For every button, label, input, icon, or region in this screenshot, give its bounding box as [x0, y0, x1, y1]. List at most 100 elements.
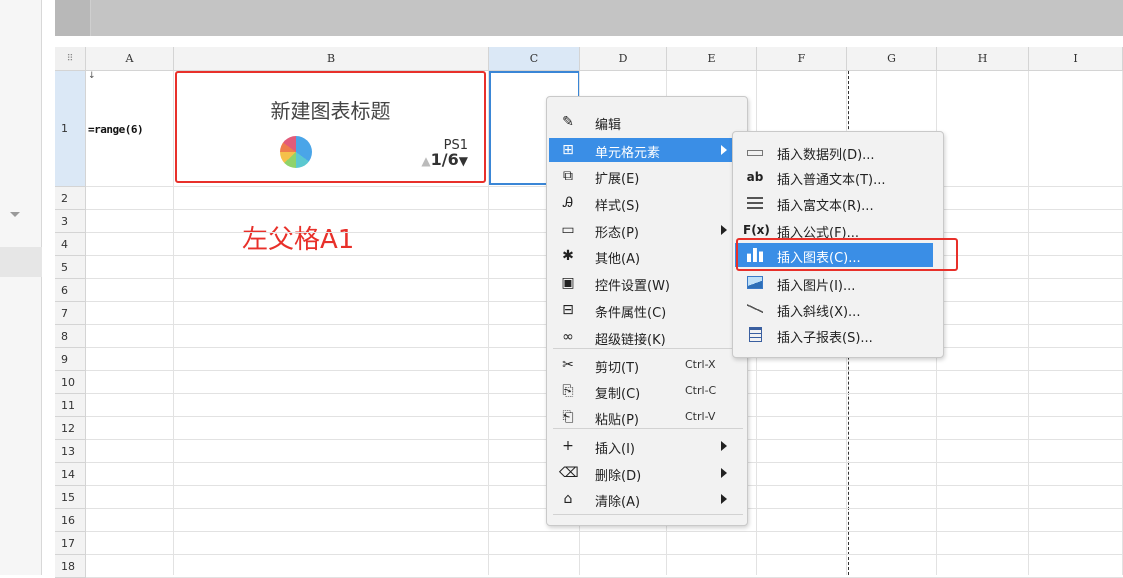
menu-item-label: 编辑 — [595, 118, 622, 133]
slash-icon — [743, 300, 767, 318]
expand-down-arrow-icon: ↓ — [88, 71, 96, 81]
menu-item-label: 样式(S) — [595, 199, 640, 214]
formula-icon: F(x) — [743, 223, 770, 237]
row-header-5[interactable]: 5 — [55, 256, 86, 279]
richtext-icon — [743, 194, 767, 212]
column-header-i[interactable]: I — [1029, 47, 1123, 71]
menu-item-shortcut: Ctrl-C — [685, 384, 717, 397]
menu-item-3[interactable]: ⧉ 扩展(E) — [549, 164, 747, 188]
image-icon — [743, 274, 767, 292]
menu-item-label: 扩展(E) — [595, 172, 640, 187]
condition-icon: ⊟ — [562, 302, 574, 318]
row-header-11[interactable]: 11 — [55, 394, 86, 417]
column-header-g[interactable]: G — [847, 47, 937, 71]
row-header-14[interactable]: 14 — [55, 463, 86, 486]
toolbar-strip — [55, 0, 1123, 36]
text-icon: ab — [746, 170, 764, 184]
submenu-item-label: 插入子报表(S)... — [777, 331, 873, 346]
style-icon: Ꭿ — [562, 195, 574, 211]
annotation-label: 左父格A1 — [242, 225, 355, 255]
chart-cell-B1[interactable]: 新建图表标题 PS1 ▲1/6▼ — [175, 71, 486, 183]
cell-A1[interactable]: =range(6) — [88, 123, 144, 136]
submenu-item-6[interactable]: 插入图片(I)... — [735, 271, 933, 295]
submenu-arrow-icon — [721, 225, 727, 235]
submenu-arrow-icon — [721, 494, 727, 504]
menu-separator — [553, 348, 743, 349]
menu-item-5[interactable]: ▭ 形态(P) — [549, 218, 747, 242]
submenu-item-label: 插入数据列(D)... — [777, 148, 875, 163]
menu-item-15[interactable]: ⌂ 清除(A) — [549, 487, 747, 511]
copy-icon: ⎘ — [562, 383, 574, 399]
row-header-13[interactable]: 13 — [55, 440, 86, 463]
menu-item-2[interactable]: ⊞ 单元格元素 — [549, 138, 747, 162]
submenu-item-3[interactable]: 插入富文本(R)... — [735, 191, 933, 215]
pager-down-icon[interactable]: ▼ — [459, 154, 468, 168]
submenu-item-label: 插入普通文本(T)... — [777, 173, 886, 188]
column-header-c[interactable]: C — [489, 47, 580, 71]
shape-icon: ▭ — [561, 222, 575, 238]
select-all-corner[interactable]: ⠿ — [55, 47, 86, 71]
menu-item-shortcut: Ctrl-X — [685, 358, 716, 371]
row-header-9[interactable]: 9 — [55, 348, 86, 371]
row-header-3[interactable]: 3 — [55, 210, 86, 233]
submenu-item-8[interactable]: 插入子报表(S)... — [735, 323, 933, 347]
collapse-chevron-icon[interactable] — [10, 212, 20, 217]
eraser-icon: ⌂ — [563, 491, 573, 507]
menu-item-10[interactable]: ✂ 剪切(T) Ctrl-X — [549, 353, 747, 377]
table-icon: ⊞ — [562, 142, 574, 158]
submenu-item-1[interactable]: 插入数据列(D)... — [735, 140, 933, 164]
row-header-15[interactable]: 15 — [55, 486, 86, 509]
pager-up-icon[interactable]: ▲ — [421, 154, 430, 168]
pie-chart-icon — [280, 136, 312, 168]
row-header-7[interactable]: 7 — [55, 302, 86, 325]
column-header-a[interactable]: A — [86, 47, 174, 71]
column-header-h[interactable]: H — [937, 47, 1029, 71]
chart-pager-text: 1/6 — [430, 150, 459, 169]
menu-item-label: 剪切(T) — [595, 361, 640, 376]
chart-pager[interactable]: PS1 ▲1/6▼ — [421, 139, 468, 169]
chart-title: 新建图表标题 — [270, 99, 391, 123]
submenu-arrow-icon — [721, 441, 727, 451]
link-icon: ∞ — [562, 329, 574, 345]
column-header-f[interactable]: F — [757, 47, 847, 71]
column-header-b[interactable]: B — [174, 47, 489, 71]
submenu-item-7[interactable]: 插入斜线(X)... — [735, 297, 933, 321]
menu-item-4[interactable]: Ꭿ 样式(S) — [549, 191, 747, 215]
row-header-10[interactable]: 10 — [55, 371, 86, 394]
menu-item-label: 粘贴(P) — [595, 413, 639, 428]
row-header-2[interactable]: 2 — [55, 187, 86, 210]
row-header-8[interactable]: 8 — [55, 325, 86, 348]
annotation-highlight-box — [736, 238, 958, 271]
menu-item-8[interactable]: ⊟ 条件属性(C) — [549, 298, 747, 322]
row-header-17[interactable]: 17 — [55, 532, 86, 555]
expand-icon: ⧉ — [563, 168, 573, 184]
menu-item-label: 删除(D) — [595, 469, 642, 484]
menu-item-9[interactable]: ∞ 超级链接(K) — [549, 325, 747, 349]
menu-item-6[interactable]: ✱ 其他(A) — [549, 244, 747, 268]
menu-item-13[interactable]: + 插入(I) — [549, 434, 747, 458]
menu-item-label: 清除(A) — [595, 495, 641, 510]
row-header-16[interactable]: 16 — [55, 509, 86, 532]
column-header-e[interactable]: E — [667, 47, 757, 71]
left-panel-selected-band[interactable] — [0, 247, 42, 277]
menu-item-11[interactable]: ⎘ 复制(C) Ctrl-C — [549, 379, 747, 403]
menu-item-label: 其他(A) — [595, 252, 641, 267]
row-header-1[interactable]: 1 — [55, 71, 86, 187]
row-header-4[interactable]: 4 — [55, 233, 86, 256]
menu-item-label: 条件属性(C) — [595, 306, 667, 321]
menu-item-7[interactable]: ▣ 控件设置(W) — [549, 271, 747, 295]
row-header-12[interactable]: 12 — [55, 417, 86, 440]
scissors-icon: ✂ — [562, 357, 574, 373]
menu-item-label: 控件设置(W) — [595, 279, 670, 294]
row-header-6[interactable]: 6 — [55, 279, 86, 302]
menu-item-1[interactable]: ✎ 编辑 — [549, 110, 747, 134]
submenu-arrow-icon — [721, 468, 727, 478]
menu-item-shortcut: Ctrl-V — [685, 410, 716, 423]
submenu-item-2[interactable]: ab 插入普通文本(T)... — [735, 165, 933, 189]
submenu-item-label: 插入斜线(X)... — [777, 305, 861, 320]
paste-icon: ⎗ — [562, 409, 574, 425]
grid-column-line — [1028, 71, 1029, 575]
menu-item-14[interactable]: ⌫ 删除(D) — [549, 461, 747, 485]
menu-item-12[interactable]: ⎗ 粘贴(P) Ctrl-V — [549, 405, 747, 429]
column-header-d[interactable]: D — [580, 47, 667, 71]
